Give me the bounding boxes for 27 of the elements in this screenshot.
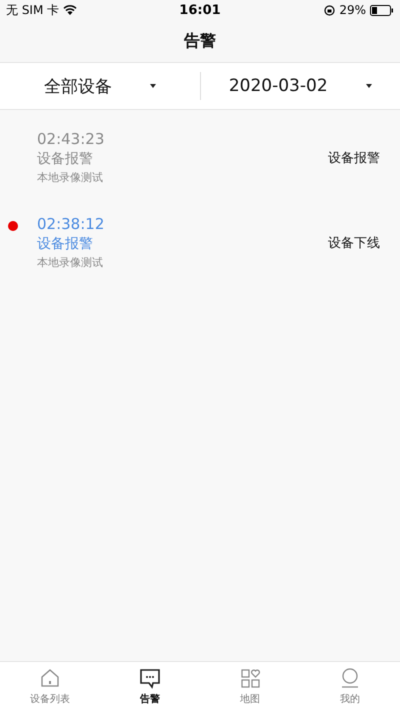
tab[interactable]: 告警 bbox=[100, 662, 200, 710]
battery-icon bbox=[370, 4, 394, 16]
filter-dropdown[interactable]: 全部设备 bbox=[0, 74, 200, 98]
grid-icon bbox=[239, 666, 261, 688]
caret-icon bbox=[366, 84, 372, 88]
carrier-text: 无 SIM 卡 bbox=[6, 2, 60, 18]
alert-type: 设备下线 bbox=[328, 234, 380, 252]
alert-source: 本地录像测试 bbox=[37, 255, 104, 270]
filter-dropdown[interactable]: 2020-03-02 bbox=[200, 76, 400, 96]
clock-text: 16:01 bbox=[179, 2, 221, 18]
battery-text: 29% bbox=[339, 3, 366, 17]
profile-icon bbox=[339, 666, 361, 688]
page-title: 告警 bbox=[184, 30, 216, 52]
home-icon bbox=[39, 666, 61, 688]
caret-icon bbox=[150, 84, 156, 88]
message-icon bbox=[139, 666, 161, 688]
tab[interactable]: 设备列表 bbox=[0, 662, 100, 710]
alert-time: 02:38:12 bbox=[37, 215, 106, 233]
tab[interactable]: 我的 bbox=[300, 662, 400, 710]
rotation-lock-icon bbox=[324, 4, 336, 16]
alert-title: 设备报警 bbox=[37, 150, 94, 168]
alert-title: 设备报警 bbox=[37, 235, 94, 253]
alert-source: 本地录像测试 bbox=[37, 170, 104, 185]
alert-time: 02:43:23 bbox=[37, 130, 106, 148]
alert-type: 设备报警 bbox=[328, 150, 380, 166]
tab[interactable]: 地图 bbox=[200, 662, 300, 710]
wifi-icon bbox=[63, 4, 78, 16]
